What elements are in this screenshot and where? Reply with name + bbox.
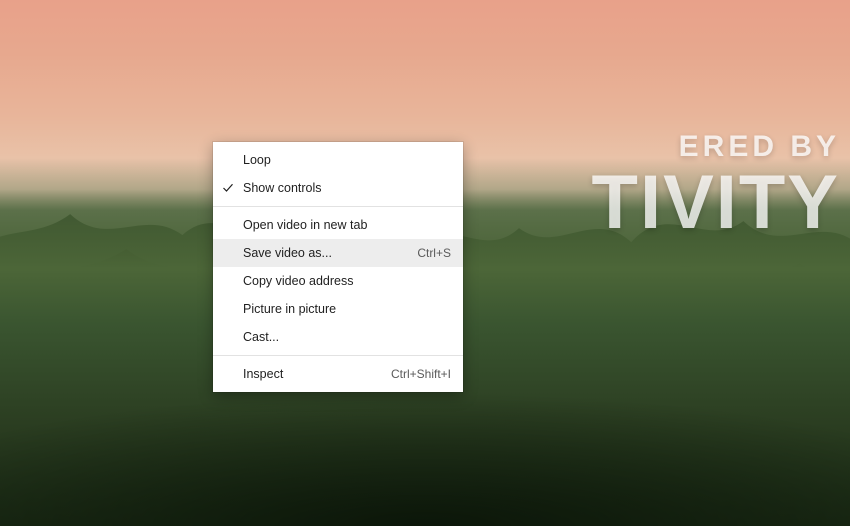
menu-item-picture-in-picture[interactable]: Picture in picture <box>213 295 463 323</box>
menu-item-label: Copy video address <box>243 274 451 288</box>
menu-item-label: Cast... <box>243 330 451 344</box>
video-caption-line2: TIVITY <box>592 165 840 241</box>
menu-item-cast[interactable]: Cast... <box>213 323 463 351</box>
video-context-menu: Loop Show controls Open video in new tab… <box>213 142 463 392</box>
menu-item-label: Save video as... <box>243 246 417 260</box>
menu-item-inspect[interactable]: Inspect Ctrl+Shift+I <box>213 360 463 388</box>
check-icon <box>222 182 234 194</box>
menu-item-loop[interactable]: Loop <box>213 146 463 174</box>
menu-separator <box>213 355 463 356</box>
video-frame[interactable]: ERED BY TIVITY Loop Show controls Open v… <box>0 0 850 526</box>
menu-separator <box>213 206 463 207</box>
menu-item-label: Show controls <box>243 181 451 195</box>
menu-item-label: Open video in new tab <box>243 218 451 232</box>
menu-item-show-controls[interactable]: Show controls <box>213 174 463 202</box>
menu-item-label: Loop <box>243 153 451 167</box>
menu-item-save-video-as[interactable]: Save video as... Ctrl+S <box>213 239 463 267</box>
menu-item-shortcut: Ctrl+Shift+I <box>391 367 451 381</box>
menu-item-open-new-tab[interactable]: Open video in new tab <box>213 211 463 239</box>
menu-item-copy-video-address[interactable]: Copy video address <box>213 267 463 295</box>
menu-item-label: Picture in picture <box>243 302 451 316</box>
video-caption-line1: ERED BY <box>592 130 840 163</box>
menu-item-shortcut: Ctrl+S <box>417 246 451 260</box>
menu-item-label: Inspect <box>243 367 391 381</box>
video-caption: ERED BY TIVITY <box>592 130 840 241</box>
